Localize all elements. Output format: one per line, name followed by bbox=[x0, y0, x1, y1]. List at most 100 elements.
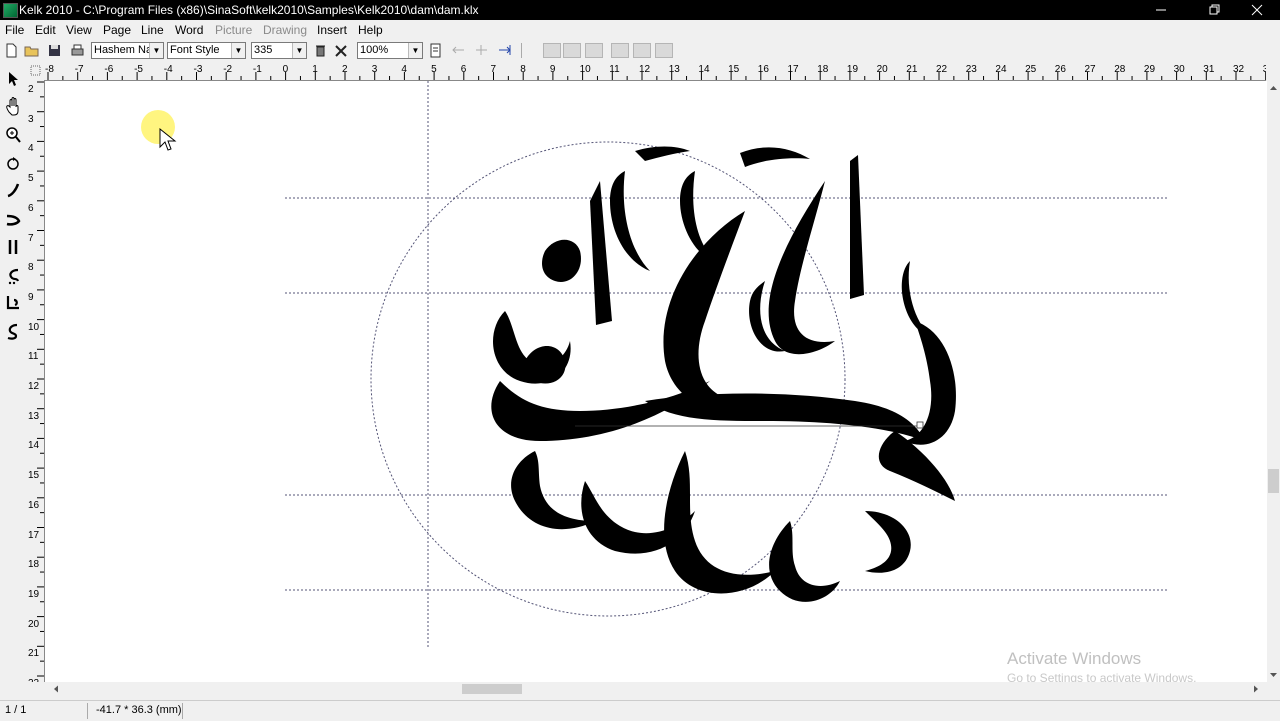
ruler-label: 14 bbox=[28, 440, 40, 452]
app-icon[interactable] bbox=[3, 3, 18, 18]
scroll-left-icon bbox=[54, 685, 58, 693]
ruler-label: 20 bbox=[28, 618, 40, 630]
ruler-label: 4 bbox=[28, 143, 34, 155]
calligraphy-artwork[interactable] bbox=[45, 81, 1267, 682]
align-left-icon[interactable] bbox=[450, 42, 467, 59]
ruler-label: 16 bbox=[28, 499, 40, 511]
menu-page[interactable]: Page bbox=[103, 23, 131, 37]
ruler-label: 23 bbox=[965, 64, 977, 75]
calligraphy-stroke-2-icon[interactable] bbox=[4, 208, 22, 230]
restore-icon[interactable] bbox=[1192, 0, 1238, 20]
horizontal-ruler[interactable]: -8 -7 -6 -5 -4 -3 -2 -1 0 1 2 3 4 5 6 7 8 9 10 11 12 13 14 15 16… bbox=[44, 62, 1266, 81]
guide-lines bbox=[285, 81, 1169, 647]
ruler-label: -2 bbox=[223, 64, 233, 75]
ruler-label: 8 bbox=[520, 64, 526, 75]
font-size-select[interactable]: 335 ▼ bbox=[251, 42, 307, 59]
zoom-icon[interactable] bbox=[4, 124, 22, 146]
calligraphy-stroke-1-icon[interactable] bbox=[4, 180, 22, 202]
menu-bar: File Edit View Page Line Word Picture Dr… bbox=[0, 20, 1280, 40]
calligraphy-stroke-3-icon[interactable] bbox=[4, 236, 22, 258]
ruler-label: 30 bbox=[1173, 64, 1185, 75]
ruler-label: 19 bbox=[846, 64, 859, 75]
close-icon[interactable] bbox=[1234, 0, 1280, 20]
new-file-icon[interactable] bbox=[3, 42, 20, 59]
align-right-icon[interactable] bbox=[496, 42, 513, 59]
page-icon[interactable] bbox=[427, 42, 444, 59]
selection-handle bbox=[916, 421, 924, 429]
layout-button-6[interactable] bbox=[655, 43, 673, 58]
ruler-label: 18 bbox=[817, 64, 829, 75]
page-indicator: 1 / 1 bbox=[5, 704, 27, 716]
ruler-label: 18 bbox=[28, 559, 40, 571]
layout-button-4[interactable] bbox=[611, 43, 629, 58]
calligraphy-stroke-6-icon[interactable] bbox=[4, 320, 22, 342]
ruler-label: 17 bbox=[787, 64, 799, 75]
ruler-label: 0 bbox=[282, 64, 289, 75]
ruler-label: 21 bbox=[906, 64, 918, 75]
menu-file[interactable]: File bbox=[5, 23, 24, 37]
pointer-icon[interactable] bbox=[4, 68, 22, 90]
ruler-label: 9 bbox=[28, 291, 34, 303]
drawing-canvas[interactable]: Activate Windows Go to Settings to activ… bbox=[45, 81, 1267, 682]
ruler-corner[interactable] bbox=[27, 62, 44, 80]
ruler-label: 10 bbox=[28, 321, 40, 333]
menu-edit[interactable]: Edit bbox=[35, 23, 56, 37]
menu-insert[interactable]: Insert bbox=[317, 23, 347, 37]
layout-button-5[interactable] bbox=[633, 43, 651, 58]
horizontal-scroll-thumb bbox=[462, 684, 522, 694]
hand-icon[interactable] bbox=[4, 96, 22, 118]
print-icon[interactable] bbox=[69, 42, 86, 59]
scroll-down-icon bbox=[1270, 673, 1277, 677]
ruler-label: 8 bbox=[28, 262, 34, 274]
ruler-label: 5 bbox=[431, 64, 437, 75]
minimize-icon[interactable] bbox=[1138, 0, 1184, 20]
ruler-label: 20 bbox=[876, 64, 888, 75]
menu-picture[interactable]: Picture bbox=[215, 23, 252, 37]
trash-icon[interactable] bbox=[312, 42, 329, 59]
ruler-label: 6 bbox=[28, 202, 34, 214]
layout-button-1[interactable] bbox=[543, 43, 561, 58]
chevron-down-icon: ▼ bbox=[231, 43, 245, 58]
font-name-value: Hashem Na bbox=[94, 44, 153, 56]
calligraphy-stroke-5-icon[interactable] bbox=[4, 292, 22, 314]
font-size-value: 335 bbox=[254, 44, 273, 56]
menu-word[interactable]: Word bbox=[175, 23, 203, 37]
ruler-label: 28 bbox=[1114, 64, 1126, 75]
open-folder-icon[interactable] bbox=[23, 42, 40, 59]
font-style-select[interactable]: Font Style ▼ bbox=[167, 42, 246, 59]
ruler-label: -4 bbox=[163, 64, 173, 75]
menu-help[interactable]: Help bbox=[358, 23, 383, 37]
ruler-label: 21 bbox=[28, 648, 40, 660]
ruler-label: 2 bbox=[342, 64, 348, 75]
font-name-select[interactable]: Hashem Na ▼ bbox=[91, 42, 164, 59]
menu-drawing[interactable]: Drawing bbox=[263, 23, 307, 37]
activate-windows-subtitle: Go to Settings to activate Windows. bbox=[1007, 671, 1197, 682]
zoom-select[interactable]: 100% ▼ bbox=[357, 42, 423, 59]
ruler-label: 11 bbox=[609, 64, 620, 75]
ruler-label: 12 bbox=[639, 64, 651, 75]
cursor-coordinates: -41.7 * 36.3 (mm) bbox=[96, 704, 182, 716]
tool-palette bbox=[0, 62, 27, 702]
ruler-label: 25 bbox=[1025, 64, 1037, 75]
menu-view[interactable]: View bbox=[66, 23, 92, 37]
save-icon[interactable] bbox=[46, 42, 63, 59]
tools-icon[interactable] bbox=[333, 42, 350, 59]
align-center-icon[interactable] bbox=[473, 42, 490, 59]
rotate-icon[interactable] bbox=[4, 152, 22, 174]
chevron-down-icon: ▼ bbox=[292, 43, 306, 58]
ruler-label: -7 bbox=[74, 64, 84, 75]
calligraphy-stroke-4-icon[interactable] bbox=[4, 264, 22, 286]
horizontal-scrollbar[interactable] bbox=[45, 682, 1267, 696]
ruler-label: 32 bbox=[1233, 64, 1245, 75]
menu-line[interactable]: Line bbox=[141, 23, 164, 37]
ruler-label: 5 bbox=[28, 173, 34, 185]
ruler-label: 3 bbox=[28, 113, 34, 125]
window-title: Kelk 2010 - C:\Program Files (x86)\SinaS… bbox=[19, 3, 479, 17]
chevron-down-icon: ▼ bbox=[149, 43, 163, 58]
ruler-label: 33 bbox=[1263, 64, 1266, 75]
ruler-label: 31 bbox=[1203, 64, 1215, 75]
vertical-scrollbar[interactable] bbox=[1267, 81, 1280, 682]
layout-button-3[interactable] bbox=[585, 43, 603, 58]
vertical-ruler[interactable]: 2 3 4 5 6 7 8 9 10 11 12 13 14 15 16 17 18 19 20 21 22 bbox=[27, 80, 45, 682]
layout-button-2[interactable] bbox=[563, 43, 581, 58]
